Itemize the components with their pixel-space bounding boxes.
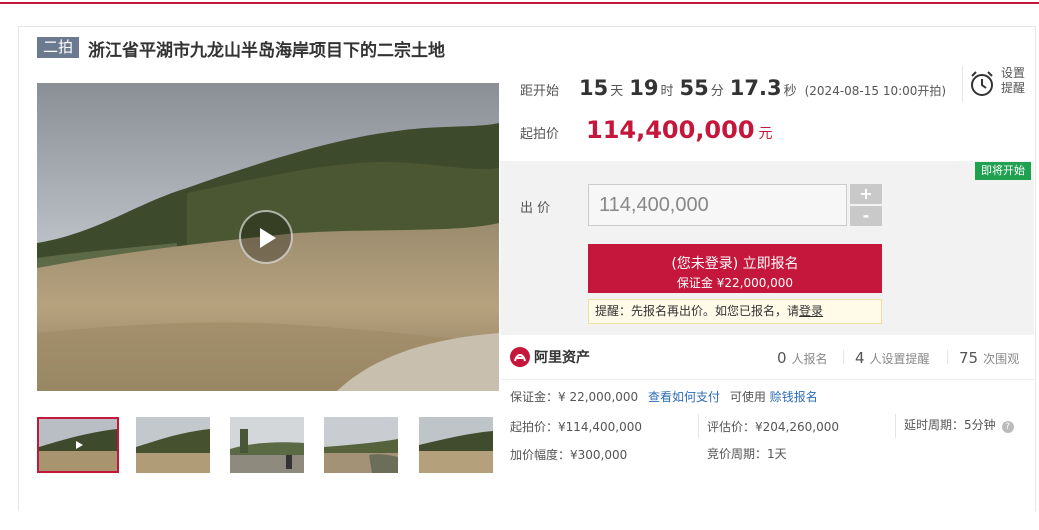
thumbnail-5[interactable] <box>419 417 493 473</box>
reminder-label-2: 提醒 <box>1001 81 1026 95</box>
platform-name: 阿里资产 <box>534 349 590 366</box>
signup-label: (您未登录) 立即报名 <box>671 255 799 272</box>
stat-count: 4 <box>855 349 865 367</box>
page-title: 浙江省平湖市九龙山半岛海岸项目下的二宗土地 <box>88 41 445 61</box>
detail-increment: 加价幅度：¥300,000 <box>510 448 628 462</box>
increase-bid-button[interactable]: + <box>850 184 882 204</box>
stat-count: 0 <box>777 349 787 367</box>
thumbnail-4[interactable] <box>324 417 398 473</box>
help-icon[interactable]: ? <box>1001 421 1014 433</box>
start-price-value: 114,400,000 <box>586 116 755 144</box>
reminder-label-1: 设置 <box>1001 66 1026 80</box>
divider <box>843 350 844 364</box>
thumbnail-image <box>419 417 493 473</box>
countdown: 距开始 15 天 19 时 55 分 17.3 秒 (2024-08-15 10:00开拍) <box>520 76 946 104</box>
tip-text: 提醒：先报名再出价。如您已报名，请 <box>595 304 800 318</box>
start-time: (2024-08-15 10:00开拍) <box>804 84 947 98</box>
thumbnail-2[interactable] <box>136 417 210 473</box>
countdown-minutes: 55 <box>679 76 709 100</box>
alarm-clock-icon <box>971 71 993 96</box>
stat-label: 人报名 <box>791 352 828 366</box>
detail-appraisal: 评估价：¥204,260,000 <box>707 420 839 434</box>
detail-bid-period: 竞价周期：1天 <box>707 447 787 461</box>
thumbnail-image <box>136 417 210 473</box>
divider <box>947 350 948 364</box>
bid-amount-input[interactable] <box>588 184 847 226</box>
stat-label: 人设置提醒 <box>869 352 930 366</box>
stat-signups: 0 人报名 <box>777 348 828 367</box>
countdown-days: 15 <box>579 76 609 100</box>
divider <box>895 414 896 438</box>
countdown-label: 距开始 <box>520 84 560 99</box>
countdown-seconds: 17.3 <box>729 76 782 100</box>
thumbnail-image <box>39 419 117 471</box>
deposit-text: 保证金：¥ 22,000,000 <box>510 390 639 404</box>
section-divider <box>500 379 1034 380</box>
start-price: 起拍价 114,400,000 元 <box>520 116 773 144</box>
top-accent-line <box>0 2 1039 4</box>
ali-assets-icon <box>510 346 530 367</box>
thumbnail-3[interactable] <box>230 417 304 473</box>
signup-button[interactable]: (您未登录) 立即报名 保证金 ¥22,000,000 <box>588 244 882 293</box>
start-price-unit: 元 <box>758 126 773 142</box>
round-badge: 二拍 <box>37 37 79 58</box>
available-text: 可使用 <box>729 390 766 404</box>
platform-logo: 阿里资产 <box>510 346 590 368</box>
start-price-label: 起拍价 <box>520 127 560 142</box>
play-video-button[interactable] <box>239 210 293 264</box>
bid-panel: 即将开始 出 价 + - (您未登录) 立即报名 保证金 ¥22,000,000… <box>500 161 1034 335</box>
status-badge: 即将开始 <box>975 162 1031 180</box>
divider <box>698 414 699 438</box>
stat-reminders: 4 人设置提醒 <box>855 348 930 367</box>
detail-start-price: 起拍价：¥114,400,000 <box>510 420 642 434</box>
stat-label: 次围观 <box>983 352 1020 366</box>
deposit-line: 保证金：¥ 22,000,000 查看如何支付 可使用 赊钱报名 <box>510 388 818 405</box>
login-link[interactable]: 登录 <box>799 304 823 318</box>
thumbnail-1[interactable] <box>37 417 119 473</box>
decrease-bid-button[interactable]: - <box>850 206 882 226</box>
detail-extension: 延时周期：5分钟? <box>904 416 1014 433</box>
countdown-days-unit: 天 <box>610 84 624 99</box>
countdown-seconds-unit: 秒 <box>783 84 797 99</box>
how-to-pay-link[interactable]: 查看如何支付 <box>648 390 720 404</box>
bid-label: 出 价 <box>520 201 551 216</box>
extension-text: 延时周期：5分钟 <box>904 418 996 432</box>
stat-count: 75 <box>959 349 979 367</box>
thumbnail-image <box>324 417 398 473</box>
signup-tip: 提醒：先报名再出价。如您已报名，请登录 <box>588 299 882 324</box>
thumbnail-image <box>230 417 304 473</box>
countdown-hours-unit: 时 <box>660 84 674 99</box>
credit-signup-link[interactable]: 赊钱报名 <box>770 390 818 404</box>
play-icon <box>260 228 276 248</box>
stat-views: 75 次围观 <box>959 348 1019 367</box>
set-reminder-button[interactable]: 设置 提醒 <box>962 66 1031 102</box>
countdown-hours: 19 <box>629 76 659 100</box>
countdown-minutes-unit: 分 <box>710 84 724 99</box>
signup-deposit: 保证金 ¥22,000,000 <box>676 275 794 290</box>
